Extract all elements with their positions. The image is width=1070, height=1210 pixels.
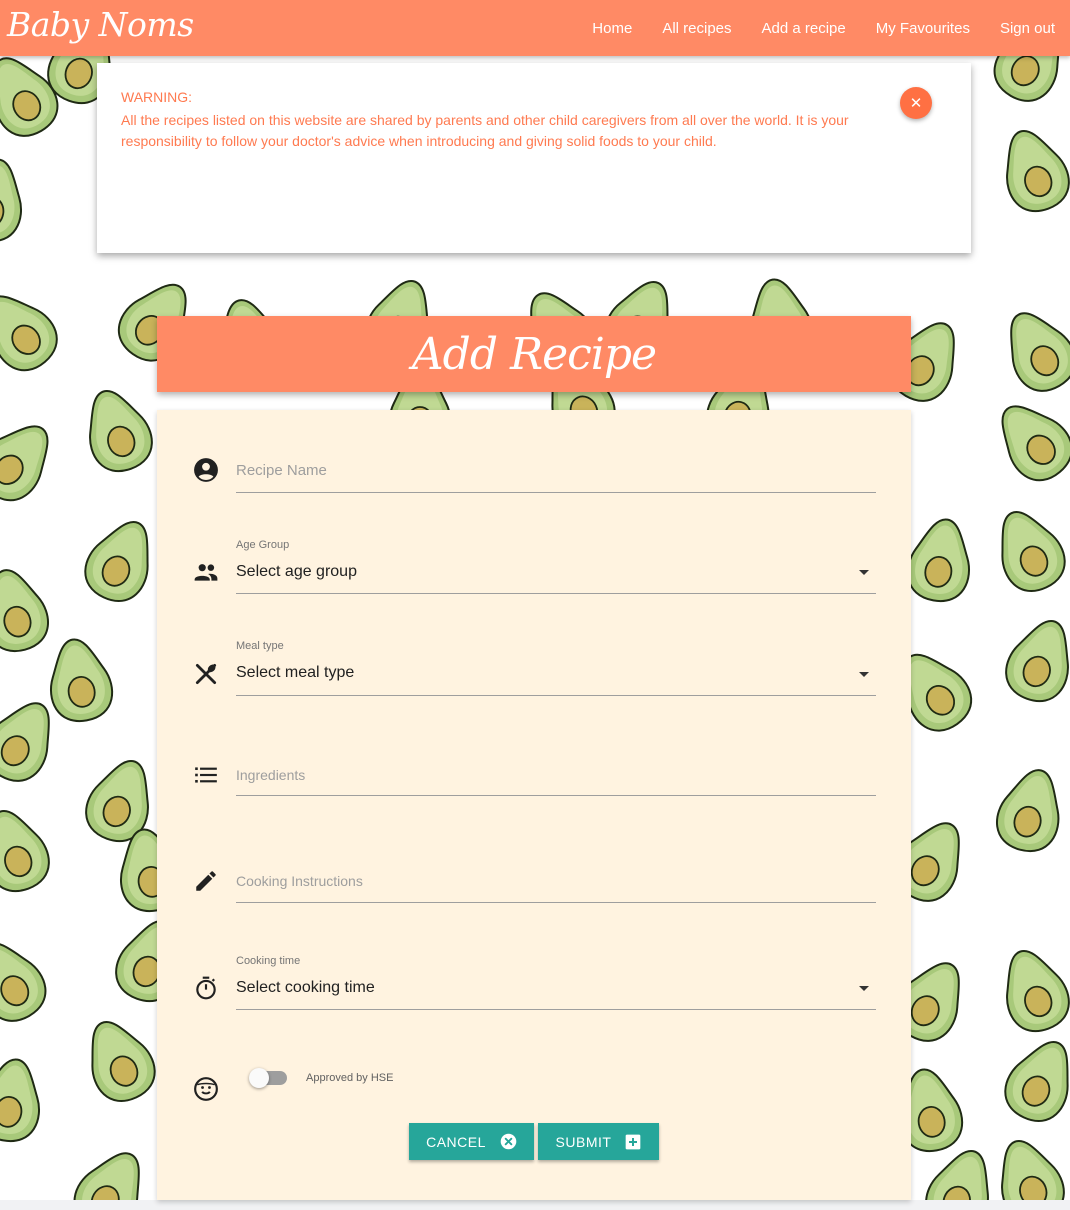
avocado-decoration bbox=[0, 794, 69, 911]
avocado-decoration bbox=[981, 114, 1070, 231]
account-circle-icon bbox=[194, 458, 218, 482]
cancel-button[interactable]: CANCEL bbox=[409, 1123, 534, 1160]
cooking-instructions-input[interactable]: Cooking Instructions bbox=[236, 873, 363, 889]
chevron-down-icon[interactable] bbox=[859, 986, 869, 991]
nav-link-all-recipes[interactable]: All recipes bbox=[647, 20, 746, 37]
close-icon: ✕ bbox=[909, 95, 923, 112]
people-icon bbox=[194, 564, 218, 581]
submit-button[interactable]: SUBMIT bbox=[538, 1123, 659, 1160]
close-warning-button[interactable]: ✕ bbox=[900, 87, 932, 119]
avocado-decoration bbox=[0, 921, 68, 1043]
page-title: Add Recipe bbox=[411, 328, 657, 380]
toggle-knob bbox=[249, 1068, 269, 1088]
avocado-decoration bbox=[0, 400, 76, 524]
avocado-decoration bbox=[974, 493, 1070, 613]
age-group-select[interactable]: Select age group bbox=[236, 563, 357, 581]
top-navbar: Baby Noms Home All recipes Add a recipe … bbox=[0, 0, 1070, 56]
nav-link-add-recipe[interactable]: Add a recipe bbox=[747, 20, 861, 37]
avocado-decoration bbox=[979, 756, 1070, 868]
avocado-decoration bbox=[0, 149, 40, 256]
cancel-label: CANCEL bbox=[426, 1133, 486, 1150]
baby-face-icon bbox=[194, 1077, 218, 1101]
approved-toggle[interactable] bbox=[249, 1068, 287, 1088]
meal-type-underline bbox=[236, 695, 876, 696]
meal-type-label: Meal type bbox=[236, 640, 284, 652]
warning-text: All the recipes listed on this website a… bbox=[121, 112, 849, 149]
page-title-banner: Add Recipe bbox=[157, 316, 911, 392]
cooking-instructions-underline bbox=[236, 902, 876, 903]
recipe-name-underline bbox=[236, 492, 876, 493]
list-icon bbox=[195, 767, 217, 783]
avocado-decoration bbox=[0, 270, 81, 394]
warning-title: WARNING: bbox=[121, 89, 193, 105]
avocado-decoration bbox=[0, 1049, 58, 1156]
cooking-time-select[interactable]: Select cooking time bbox=[236, 979, 375, 997]
chevron-down-icon[interactable] bbox=[859, 570, 869, 575]
avocado-decoration bbox=[52, 1131, 169, 1200]
avocado-decoration bbox=[984, 1023, 1070, 1143]
add-box-icon bbox=[625, 1134, 641, 1150]
meal-type-select[interactable]: Select meal type bbox=[236, 664, 354, 682]
ingredients-input[interactable]: Ingredients bbox=[236, 767, 305, 783]
page-bottom-strip bbox=[0, 1200, 1070, 1210]
brand-logo[interactable]: Baby Noms bbox=[7, 5, 194, 44]
cooking-time-underline bbox=[236, 1009, 876, 1010]
ingredients-underline bbox=[236, 795, 876, 796]
nav-link-home[interactable]: Home bbox=[577, 20, 647, 37]
cancel-circle-icon bbox=[500, 1133, 517, 1150]
add-recipe-form: Recipe Name Age Group Select age group M… bbox=[157, 410, 911, 1200]
utensils-icon bbox=[195, 663, 217, 685]
nav-links: Home All recipes Add a recipe My Favouri… bbox=[577, 0, 1070, 56]
approved-label: Approved by HSE bbox=[306, 1072, 394, 1084]
nav-link-sign-out[interactable]: Sign out bbox=[985, 20, 1070, 37]
pencil-icon bbox=[196, 871, 216, 891]
avocado-decoration bbox=[986, 604, 1070, 721]
age-group-underline bbox=[236, 593, 876, 594]
timer-icon bbox=[196, 976, 216, 1000]
cooking-time-label: Cooking time bbox=[236, 955, 301, 967]
recipe-name-input[interactable]: Recipe Name bbox=[236, 462, 327, 479]
age-group-label: Age Group bbox=[236, 539, 290, 551]
avocado-decoration bbox=[64, 374, 172, 491]
submit-label: SUBMIT bbox=[555, 1133, 612, 1150]
avocado-decoration bbox=[974, 380, 1070, 504]
nav-link-my-favourites[interactable]: My Favourites bbox=[861, 20, 985, 37]
warning-panel: WARNING: All the recipes listed on this … bbox=[97, 63, 971, 253]
chevron-down-icon[interactable] bbox=[859, 672, 869, 677]
